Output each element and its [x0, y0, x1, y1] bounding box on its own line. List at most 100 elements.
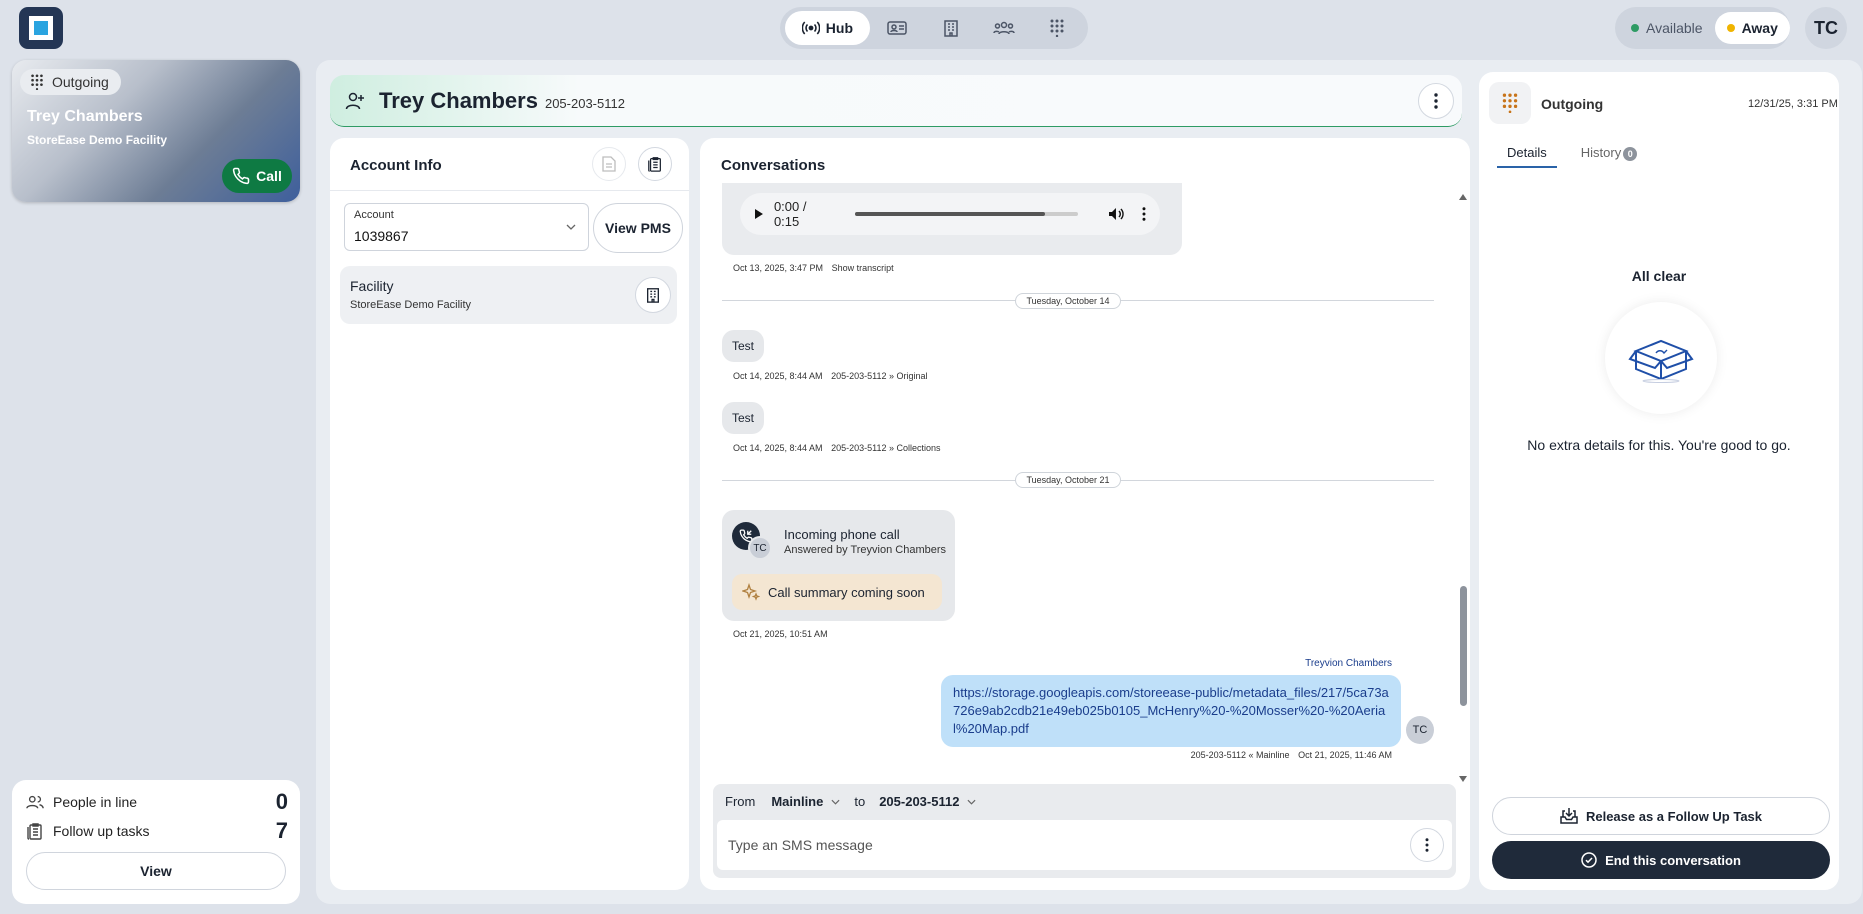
sparkle-icon [742, 583, 760, 601]
check-circle-icon [1581, 852, 1597, 868]
call-title: Incoming phone call [784, 527, 900, 542]
clipboard-icon [648, 157, 661, 172]
message-line: Collections [896, 443, 941, 453]
chevron-down-icon [967, 799, 976, 805]
from-value: Mainline [771, 794, 824, 809]
document-icon [602, 156, 616, 172]
volume-icon[interactable] [1108, 207, 1124, 221]
audio-time: 0:00 / 0:15 [773, 199, 807, 229]
outgoing-message-bubble[interactable]: https://storage.googleapis.com/storeease… [941, 675, 1401, 747]
tab-history[interactable]: History 0 [1571, 145, 1647, 168]
double-chevron-left-icon: « [1248, 750, 1254, 760]
sms-composer: From Mainline to 205-203-5112 Type an SM… [713, 784, 1456, 878]
contact-card-icon [887, 21, 908, 35]
status-available-button[interactable]: Available [1619, 12, 1715, 44]
view-queue-button[interactable]: View [26, 852, 286, 890]
message-phone: 205-203-5112 [831, 371, 887, 381]
call-button[interactable]: Call [222, 159, 292, 193]
dialpad-icon [1050, 19, 1064, 37]
nav-contacts-button[interactable] [872, 11, 923, 45]
status-available-label: Available [1646, 20, 1703, 36]
play-icon[interactable] [754, 208, 764, 220]
date-separator-label: Tuesday, October 14 [1015, 293, 1121, 309]
follow-up-tasks-label: Follow up tasks [53, 823, 150, 839]
audio-progress-bar[interactable] [855, 212, 1079, 216]
building-icon [647, 288, 659, 303]
call-subtitle: Answered by Treyvion Chambers [784, 544, 947, 556]
document-button[interactable] [592, 147, 626, 181]
empty-box-icon [1605, 302, 1717, 414]
to-select[interactable]: 205-203-5112 [879, 794, 976, 809]
history-count-badge: 0 [1623, 147, 1638, 161]
view-pms-button[interactable]: View PMS [593, 203, 683, 253]
people-in-line-count: 0 [275, 789, 288, 814]
chevron-down-icon [831, 799, 840, 805]
audio-player[interactable]: 0:00 / 0:15 [740, 193, 1160, 235]
user-avatar[interactable]: TC [1805, 7, 1847, 49]
contact-menu-button[interactable] [1418, 82, 1454, 119]
nav-dialpad-button[interactable] [1032, 11, 1083, 45]
message-meta: Oct 14, 2025, 8:44 AM 205-203-5112 » Ori… [733, 371, 928, 381]
team-icon [993, 21, 1015, 35]
release-follow-up-button[interactable]: Release as a Follow Up Task [1492, 797, 1830, 835]
nav-hub-button[interactable]: Hub [785, 11, 870, 45]
facility-box: Facility StoreEase Demo Facility [340, 266, 677, 324]
to-label: to [854, 794, 866, 809]
outgoing-phone: 205-203-5112 [1190, 750, 1246, 760]
people-icon [26, 795, 44, 809]
outgoing-message-link[interactable]: https://storage.googleapis.com/storeease… [953, 685, 1389, 736]
more-vertical-icon[interactable] [1142, 207, 1146, 221]
building-icon [944, 20, 958, 37]
app-logo[interactable] [19, 7, 63, 49]
scroll-down-arrow-icon[interactable] [1459, 776, 1467, 782]
call-direction-chip: Outgoing [20, 69, 121, 95]
show-transcript-link[interactable]: Show transcript [832, 263, 894, 273]
presence-toggle: Available Away [1615, 7, 1790, 49]
people-in-line-row: People in line 0 [26, 789, 288, 814]
agent-avatar: TC [748, 536, 772, 560]
active-call-card[interactable]: Outgoing Trey Chambers StoreEase Demo Fa… [12, 60, 300, 202]
end-conversation-button[interactable]: End this conversation [1492, 841, 1830, 879]
message-phone: 205-203-5112 [831, 443, 887, 453]
clipboard-button[interactable] [638, 147, 672, 181]
account-select[interactable]: Account 1039867 [344, 203, 589, 251]
tab-history-label: History [1580, 145, 1622, 160]
outgoing-message-meta: 205-203-5112 « Mainline Oct 21, 2025, 11… [700, 750, 1392, 760]
divider [330, 190, 689, 191]
facility-title: Facility [350, 278, 394, 294]
empty-state-title: All clear [1631, 268, 1687, 284]
outgoing-line: Mainline [1256, 750, 1290, 760]
broadcast-icon [801, 21, 820, 35]
voicemail-meta: Oct 13, 2025, 3:47 PM Show transcript [733, 263, 894, 273]
call-time: Oct 21, 2025, 10:51 AM [733, 629, 828, 639]
facility-button[interactable] [635, 277, 671, 313]
contact-header: Trey Chambers 205-203-5112 [330, 75, 1462, 127]
more-vertical-icon [1425, 838, 1429, 852]
conversations-panel: Conversations 0:00 / 0:15 Oct 13, 2025, … [700, 138, 1470, 890]
nav-facilities-button[interactable] [925, 11, 976, 45]
scrollbar-thumb[interactable] [1460, 586, 1467, 706]
queue-panel: People in line 0 Follow up tasks 7 View [12, 780, 300, 904]
add-contact-icon[interactable] [345, 91, 365, 111]
outgoing-time: Oct 21, 2025, 11:46 AM [1298, 750, 1392, 760]
caller-facility: StoreEase Demo Facility [27, 133, 168, 147]
sender-avatar: TC [1406, 716, 1434, 744]
message-bubble: Test [722, 402, 765, 434]
tab-details[interactable]: Details [1497, 145, 1557, 168]
scroll-up-arrow-icon[interactable] [1459, 194, 1467, 200]
release-follow-up-label: Release as a Follow Up Task [1585, 808, 1763, 824]
nav-team-button[interactable] [978, 11, 1029, 45]
clipboard-stack-icon [27, 823, 42, 840]
inbox-download-icon [1560, 808, 1578, 824]
call-summary-text: Call summary coming soon [768, 584, 925, 600]
to-value: 205-203-5112 [879, 794, 960, 809]
sms-input[interactable]: Type an SMS message [717, 820, 1452, 870]
sms-input-placeholder: Type an SMS message [728, 837, 873, 853]
double-chevron-right-icon: » [888, 443, 894, 453]
conversation-scrollbar[interactable] [1458, 194, 1468, 782]
from-select[interactable]: Mainline [771, 794, 840, 809]
composer-routing: From Mainline to 205-203-5112 [725, 794, 976, 809]
composer-menu-button[interactable] [1410, 828, 1444, 862]
follow-up-tasks-count: 7 [275, 818, 288, 843]
status-away-button[interactable]: Away [1714, 12, 1790, 44]
